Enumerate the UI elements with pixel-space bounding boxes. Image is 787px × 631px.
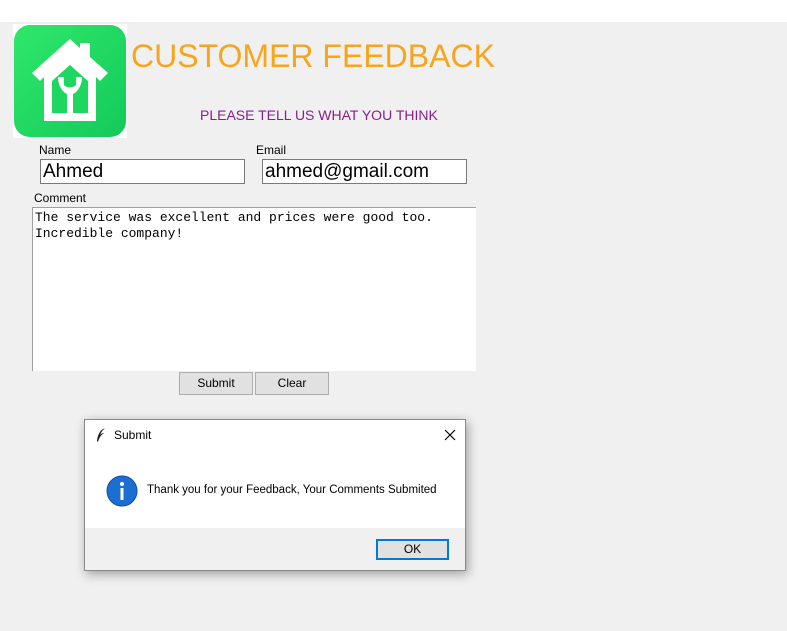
home-wrench-icon (14, 25, 126, 137)
dialog-message: Thank you for your Feedback, Your Commen… (147, 484, 437, 496)
ok-button[interactable]: OK (376, 539, 449, 560)
email-field[interactable]: ahmed@gmail.com (262, 159, 467, 184)
email-label: Email (256, 143, 287, 157)
info-icon (106, 475, 138, 511)
page-subtitle: PLEASE TELL US WHAT YOU THINK (200, 107, 438, 123)
feather-icon (95, 427, 107, 447)
submit-dialog: Submit Thank you for your Feedback, Your… (84, 419, 466, 571)
name-label: Name (39, 143, 72, 157)
comment-label: Comment (34, 191, 87, 205)
dialog-title: Submit (114, 428, 152, 442)
clear-button[interactable]: Clear (255, 372, 329, 395)
page-title: CUSTOMER FEEDBACK (131, 38, 495, 74)
close-icon[interactable] (443, 427, 457, 441)
comment-textarea[interactable]: The service was excellent and prices wer… (32, 207, 476, 371)
name-field[interactable]: Ahmed (40, 159, 245, 184)
submit-button[interactable]: Submit (179, 372, 253, 395)
